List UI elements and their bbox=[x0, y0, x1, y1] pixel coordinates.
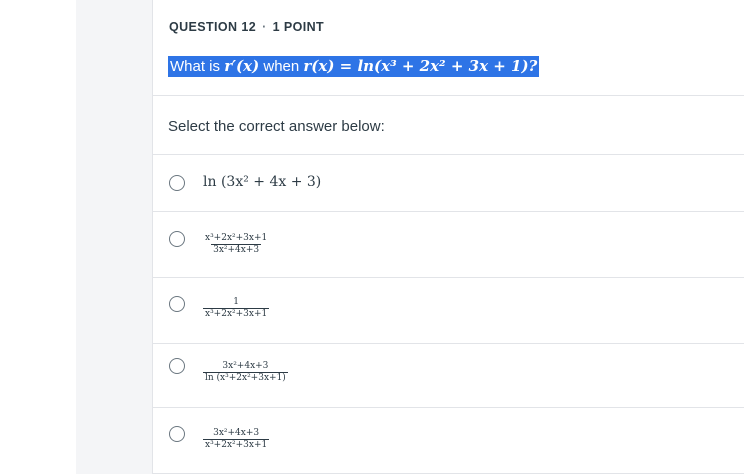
answer-option-2[interactable]: x³+2x²+3x+1 3x²+4x+3 bbox=[153, 212, 744, 277]
radio-button[interactable] bbox=[169, 426, 185, 442]
answer-option-3[interactable]: 1 x³+2x²+3x+1 bbox=[153, 278, 744, 343]
option-2-fraction: x³+2x²+3x+1 3x²+4x+3 bbox=[203, 233, 269, 256]
option-4-denominator: ln (x³+2x²+3x+1) bbox=[203, 372, 288, 383]
option-4-numerator: 3x²+4x+3 bbox=[222, 361, 269, 371]
option-3-denominator: x³+2x²+3x+1 bbox=[203, 308, 270, 319]
divider bbox=[153, 95, 744, 96]
header-separator: · bbox=[262, 20, 267, 34]
answer-prompt: Select the correct answer below: bbox=[168, 118, 385, 135]
option-2-numerator: x³+2x²+3x+1 bbox=[205, 233, 268, 243]
radio-button[interactable] bbox=[169, 296, 185, 312]
option-4-fraction: 3x²+4x+3 ln (x³+2x²+3x+1) bbox=[203, 361, 288, 384]
question-function: r(x) = ln(x³ + 2x² + 3x + 1)? bbox=[303, 57, 538, 75]
answer-option-4[interactable]: 3x²+4x+3 ln (x³+2x²+3x+1) bbox=[153, 344, 744, 407]
left-sidebar-strip bbox=[76, 0, 152, 474]
left-gutter bbox=[0, 0, 76, 474]
radio-button[interactable] bbox=[169, 175, 185, 191]
option-3-fraction: 1 x³+2x²+3x+1 bbox=[203, 297, 270, 320]
answer-option-1[interactable]: ln (3x² + 4x + 3) bbox=[153, 155, 744, 211]
answer-option-5[interactable]: 3x²+4x+3 x³+2x²+3x+1 bbox=[153, 408, 744, 473]
option-5-fraction: 3x²+4x+3 x³+2x²+3x+1 bbox=[203, 428, 270, 451]
option-5-denominator: x³+2x²+3x+1 bbox=[203, 439, 270, 450]
option-3-numerator: 1 bbox=[233, 297, 239, 307]
question-text-when: when bbox=[263, 58, 300, 75]
option-2-denominator: 3x²+4x+3 bbox=[211, 244, 262, 255]
question-number: QUESTION 12 bbox=[169, 20, 257, 34]
option-1-text: ln (3x² + 4x + 3) bbox=[203, 174, 322, 190]
radio-button[interactable] bbox=[169, 358, 185, 374]
question-header: QUESTION 12 · 1 POINT bbox=[169, 20, 324, 34]
question-text-lead: What is bbox=[170, 58, 221, 75]
question-derivative: r′(x) bbox=[224, 57, 260, 75]
question-text: What is r′(x) when r(x) = ln(x³ + 2x² + … bbox=[168, 54, 540, 78]
option-5-numerator: 3x²+4x+3 bbox=[213, 428, 260, 438]
question-card: QUESTION 12 · 1 POINT What is r′(x) when r… bbox=[152, 0, 744, 474]
radio-button[interactable] bbox=[169, 231, 185, 247]
question-points: 1 POINT bbox=[272, 20, 325, 34]
